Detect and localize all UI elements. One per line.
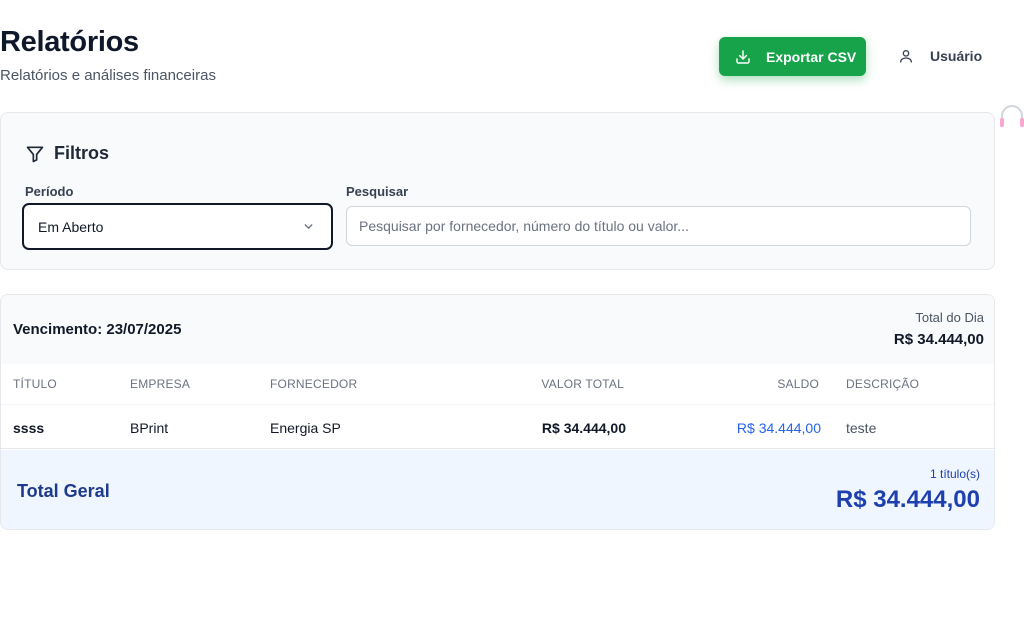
day-total-label: Total do Dia (915, 310, 984, 325)
period-label: Período (25, 184, 74, 199)
cell-saldo: R$ 34.444,00 (736, 420, 821, 436)
column-header-titulo[interactable]: TÍTULO (13, 377, 57, 391)
filters-title: Filtros (54, 143, 110, 163)
column-header-descricao[interactable]: DESCRIÇÃO (846, 377, 919, 391)
grand-total-box: Total Geral 1 título(s) R$ 34.444,00 (1, 450, 994, 529)
column-header-valor-total[interactable]: VALOR TOTAL (541, 377, 624, 391)
grand-total-count: 1 título(s) (929, 467, 980, 481)
grand-total-value: R$ 34.444,00 (835, 486, 980, 513)
user-icon (900, 50, 912, 63)
page-subtitle: Relatórios e análises financeiras (0, 67, 216, 84)
report-table-card: Vencimento: 23/07/2025 Total do Dia R$ 3… (0, 294, 995, 530)
period-select[interactable]: Em Aberto (22, 203, 333, 250)
day-total-value: R$ 34.444,00 (893, 331, 984, 348)
grand-total-label: Total Geral (17, 481, 110, 501)
due-date-title: Vencimento: 23/07/2025 (13, 321, 182, 338)
filters-header: Filtros (25, 143, 109, 164)
chevron-down-icon (304, 224, 313, 229)
cell-fornecedor: Energia SP (270, 420, 341, 436)
search-input[interactable] (346, 206, 971, 246)
page-title: Relatórios (0, 26, 139, 58)
user-menu-button[interactable]: Usuário (898, 46, 982, 66)
period-select-value: Em Aberto (38, 218, 104, 235)
cell-valor-total: R$ 34.444,00 (541, 420, 626, 436)
column-header-fornecedor[interactable]: FORNECEDOR (270, 377, 357, 391)
cell-descricao: teste (846, 420, 877, 436)
export-csv-label: Exportar CSV (766, 48, 857, 65)
user-menu-label: Usuário (930, 48, 983, 64)
cell-titulo: ssss (13, 420, 45, 436)
column-header-saldo[interactable]: SALDO (777, 377, 819, 391)
headset-icon[interactable] (999, 103, 1024, 129)
table-row[interactable]: ssss BPrint Energia SP R$ 34.444,00 R$ 3… (1, 404, 994, 449)
export-csv-button[interactable]: Exportar CSV (719, 37, 866, 76)
cell-empresa: BPrint (130, 420, 169, 436)
filter-icon (26, 146, 44, 162)
column-header-empresa[interactable]: EMPRESA (130, 377, 190, 391)
filters-panel: Filtros Período Em Aberto Pesquisar (0, 112, 995, 270)
page-header: Relatórios Relatórios e análises finance… (0, 0, 1024, 100)
download-icon (736, 49, 750, 64)
due-date-group-header: Vencimento: 23/07/2025 Total do Dia R$ 3… (1, 295, 994, 364)
search-label: Pesquisar (346, 184, 409, 199)
